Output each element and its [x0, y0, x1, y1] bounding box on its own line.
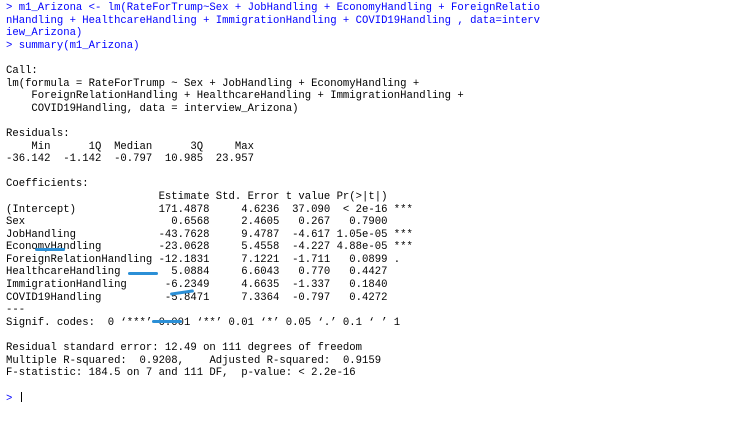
prompt-symbol: > [6, 393, 19, 406]
highlight-mark-immigration [152, 320, 182, 323]
coefficient-row: JobHandling -43.7628 9.4787 -4.617 1.05e… [6, 228, 413, 241]
coefficient-row: Sex 0.6568 2.4605 0.267 0.7900 [6, 216, 413, 229]
call-line: ForeignRelationHandling + HealthcareHand… [6, 90, 471, 103]
residuals-labels: Min 1Q Median 3Q Max [6, 140, 261, 153]
prompt-symbol: > [6, 2, 19, 14]
residuals-values: -36.142 -1.142 -0.797 10.985 23.957 [6, 153, 261, 166]
console-output: > m1_Arizona <- lm(RateForTrump~Sex + Jo… [6, 2, 540, 405]
call-line: COVID19Handling, data = interview_Arizon… [6, 102, 299, 115]
coefficient-row: ImmigrationHandling -6.2349 4.6635 -1.33… [6, 279, 413, 292]
residual-standard-error: Residual standard error: 12.49 on 111 de… [6, 342, 363, 355]
command-continuation: nHandling + HealthcareHandling + Immigra… [6, 14, 541, 27]
command-line: > summary(m1_Arizona) [6, 40, 540, 53]
text-cursor [20, 392, 22, 403]
command-text: m1_Arizona <- lm(RateForTrump~Sex + JobH… [18, 2, 541, 14]
coefficient-row: (Intercept) 171.4878 4.6236 37.090 < 2e-… [6, 203, 413, 216]
call-header: Call: [6, 64, 38, 77]
coefficients-columns: Estimate Std. Error t value Pr(>|t|) [6, 190, 413, 203]
signif-codes: Signif. codes: 0 ‘***’ 0.001 ‘**’ 0.01 ‘… [6, 316, 401, 329]
coefficient-row: COVID19Handling -5.8471 7.3364 -0.797 0.… [6, 291, 413, 304]
coefficient-row: HealthcareHandling 5.0884 6.6043 0.770 0… [6, 266, 413, 279]
separator-line: --- [6, 304, 26, 317]
highlight-mark-sex [35, 248, 65, 251]
r-squared-line: Multiple R-squared: 0.9208, Adjusted R-s… [6, 354, 388, 367]
coefficient-row: ForeignRelationHandling -12.1831 7.1221 … [6, 253, 413, 266]
command-line: > m1_Arizona <- lm(RateForTrump~Sex + Jo… [6, 2, 540, 15]
coefficient-row: EconomyHandling -23.0628 5.4558 -4.227 4… [6, 241, 413, 254]
command-continuation: iew_Arizona) [6, 27, 83, 40]
f-statistic-line: F-statistic: 184.5 on 7 and 111 DF, p-va… [6, 367, 356, 380]
coefficients-header: Coefficients: [6, 178, 89, 191]
r-console[interactable]: > m1_Arizona <- lm(RateForTrump~Sex + Jo… [0, 0, 735, 445]
command-text: summary(m1_Arizona) [18, 39, 140, 52]
prompt-symbol: > [6, 39, 19, 52]
call-line: lm(formula = RateForTrump ~ Sex + JobHan… [6, 77, 426, 90]
input-line[interactable]: > [6, 392, 540, 405]
top-edge [0, 0, 735, 2]
residuals-header: Residuals: [6, 127, 70, 140]
highlight-mark-economy [128, 272, 158, 275]
